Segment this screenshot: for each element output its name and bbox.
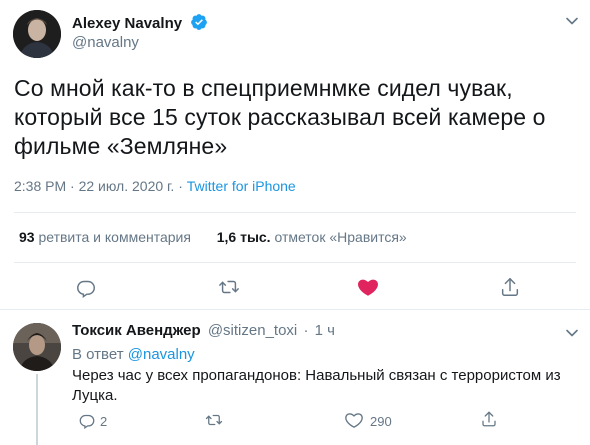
tweet-meta: 2:38 PM · 22 июл. 2020 г. · Twitter for … <box>14 178 296 194</box>
tweet-stats: 93 ретвита и комментария 1,6 тыс. отмето… <box>19 229 407 245</box>
reply-author-avatar[interactable] <box>13 323 61 371</box>
author-avatar[interactable] <box>13 10 61 58</box>
divider <box>14 262 576 263</box>
tweet-text: Со мной как-то в спецприемнмке сидел чув… <box>14 75 546 159</box>
reply-author-handle[interactable]: @sitizen_toxi <box>208 322 297 339</box>
reply-text: Через час у всех пропагандонов: Навальны… <box>72 367 561 404</box>
thread-line <box>36 374 38 445</box>
like-heart-icon[interactable] <box>357 276 379 298</box>
reply-author-name[interactable]: Токсик Авенджер <box>72 322 201 339</box>
author-name-row[interactable]: Alexey Navalny <box>72 13 208 36</box>
reply-separator: · <box>303 322 309 339</box>
share-icon[interactable] <box>499 276 521 298</box>
divider <box>14 212 576 213</box>
verified-badge-icon <box>190 13 208 36</box>
retweets-stat[interactable]: 93 ретвита и комментария <box>19 229 191 245</box>
in-reply-to-label: В ответ <box>72 346 124 363</box>
reply-header: Токсик Авенджер @sitizen_toxi · 1 ч <box>72 322 335 339</box>
reply-like-count: 290 <box>370 414 392 429</box>
likes-count: 1,6 тыс. <box>216 229 271 245</box>
likes-stat[interactable]: 1,6 тыс. отметок «Нравится» <box>217 229 407 245</box>
author-handle[interactable]: @navalny <box>72 34 139 51</box>
reply-reply-count: 2 <box>100 414 108 429</box>
reply-like-icon[interactable] <box>345 411 363 434</box>
author-name[interactable]: Alexey Navalny <box>72 15 182 32</box>
tweet-source-link[interactable]: Twitter for iPhone <box>187 178 296 194</box>
reply-retweet-icon[interactable] <box>205 411 223 434</box>
reply-reply-icon[interactable] <box>78 411 96 434</box>
in-reply-to: В ответ @navalny <box>72 346 195 363</box>
reply-share-icon[interactable] <box>480 410 498 433</box>
retweets-count: 93 <box>19 229 35 245</box>
retweets-label: ретвита и комментария <box>38 229 191 245</box>
reply-icon[interactable] <box>75 276 97 298</box>
chevron-down-icon[interactable] <box>565 326 579 345</box>
chevron-down-icon[interactable] <box>565 14 579 33</box>
meta-separator: · <box>174 178 187 194</box>
likes-label: отметок «Нравится» <box>274 229 407 245</box>
in-reply-to-mention[interactable]: @navalny <box>128 346 195 363</box>
divider <box>0 309 590 310</box>
reply-time[interactable]: 1 ч <box>315 322 335 339</box>
tweet-timestamp[interactable]: 2:38 PM · 22 июл. 2020 г. <box>14 178 174 194</box>
retweet-icon[interactable] <box>218 276 240 298</box>
